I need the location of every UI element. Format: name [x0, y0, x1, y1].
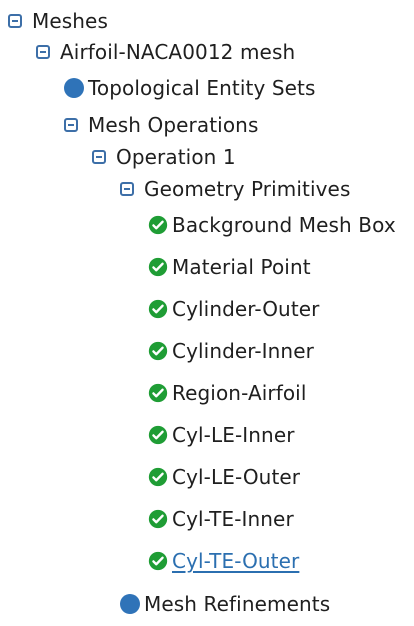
check-circle-icon — [148, 383, 168, 403]
tree-item-label: Region-Airfoil — [172, 381, 307, 405]
tree-item-background-mesh-box[interactable]: Background Mesh Box — [148, 210, 396, 240]
tree-node-mesh[interactable]: Airfoil-NACA0012 mesh — [36, 37, 295, 67]
tree-item-region-airfoil[interactable]: Region-Airfoil — [148, 378, 307, 408]
check-circle-icon — [148, 257, 168, 277]
tree-node-mesh-refinements[interactable]: Mesh Refinements — [120, 589, 330, 619]
tree-node-mesh-operations[interactable]: Mesh Operations — [64, 110, 258, 140]
tree-item-label: Cyl-LE-Outer — [172, 465, 301, 489]
check-circle-icon — [148, 215, 168, 235]
check-circle-icon — [148, 299, 168, 319]
check-circle-icon — [148, 551, 168, 571]
tree-node-label: Mesh Operations — [88, 113, 259, 137]
collapse-toggle-icon[interactable] — [8, 14, 22, 28]
tree-item-cyl-le-outer[interactable]: Cyl-LE-Outer — [148, 462, 300, 492]
tree-node-topological-entity-sets[interactable]: Topological Entity Sets — [64, 73, 316, 103]
tree-node-label: Meshes — [32, 9, 108, 33]
tree-item-cylinder-inner[interactable]: Cylinder-Inner — [148, 336, 314, 366]
mesh-tree: Meshes Airfoil-NACA0012 mesh Topological… — [0, 0, 414, 626]
blue-dot-icon — [64, 78, 84, 98]
tree-item-label: Cyl-TE-Inner — [172, 507, 294, 531]
collapse-toggle-icon[interactable] — [36, 45, 50, 59]
tree-node-label: Mesh Refinements — [144, 592, 331, 616]
tree-node-label: Topological Entity Sets — [88, 76, 316, 100]
tree-item-cylinder-outer[interactable]: Cylinder-Outer — [148, 294, 320, 324]
check-circle-icon — [148, 509, 168, 529]
tree-item-label: Cylinder-Inner — [172, 339, 314, 363]
check-circle-icon — [148, 425, 168, 445]
tree-node-operation-1[interactable]: Operation 1 — [92, 142, 236, 172]
collapse-toggle-icon[interactable] — [92, 150, 106, 164]
tree-item-cyl-te-outer[interactable]: Cyl-TE-Outer — [148, 546, 299, 576]
tree-item-label: Cylinder-Outer — [172, 297, 320, 321]
tree-node-meshes[interactable]: Meshes — [8, 6, 108, 36]
tree-node-label: Operation 1 — [116, 145, 236, 169]
tree-item-material-point[interactable]: Material Point — [148, 252, 311, 282]
tree-item-cyl-le-inner[interactable]: Cyl-LE-Inner — [148, 420, 295, 450]
tree-item-label-selected: Cyl-TE-Outer — [172, 549, 300, 573]
tree-item-label: Background Mesh Box — [172, 213, 396, 237]
check-circle-icon — [148, 467, 168, 487]
collapse-toggle-icon[interactable] — [120, 182, 134, 196]
tree-node-label: Geometry Primitives — [144, 177, 351, 201]
tree-node-label: Airfoil-NACA0012 mesh — [60, 40, 296, 64]
check-circle-icon — [148, 341, 168, 361]
tree-item-label: Cyl-LE-Inner — [172, 423, 295, 447]
tree-item-cyl-te-inner[interactable]: Cyl-TE-Inner — [148, 504, 294, 534]
tree-item-label: Material Point — [172, 255, 311, 279]
blue-dot-icon — [120, 594, 140, 614]
collapse-toggle-icon[interactable] — [64, 118, 78, 132]
tree-node-geometry-primitives[interactable]: Geometry Primitives — [120, 174, 350, 204]
